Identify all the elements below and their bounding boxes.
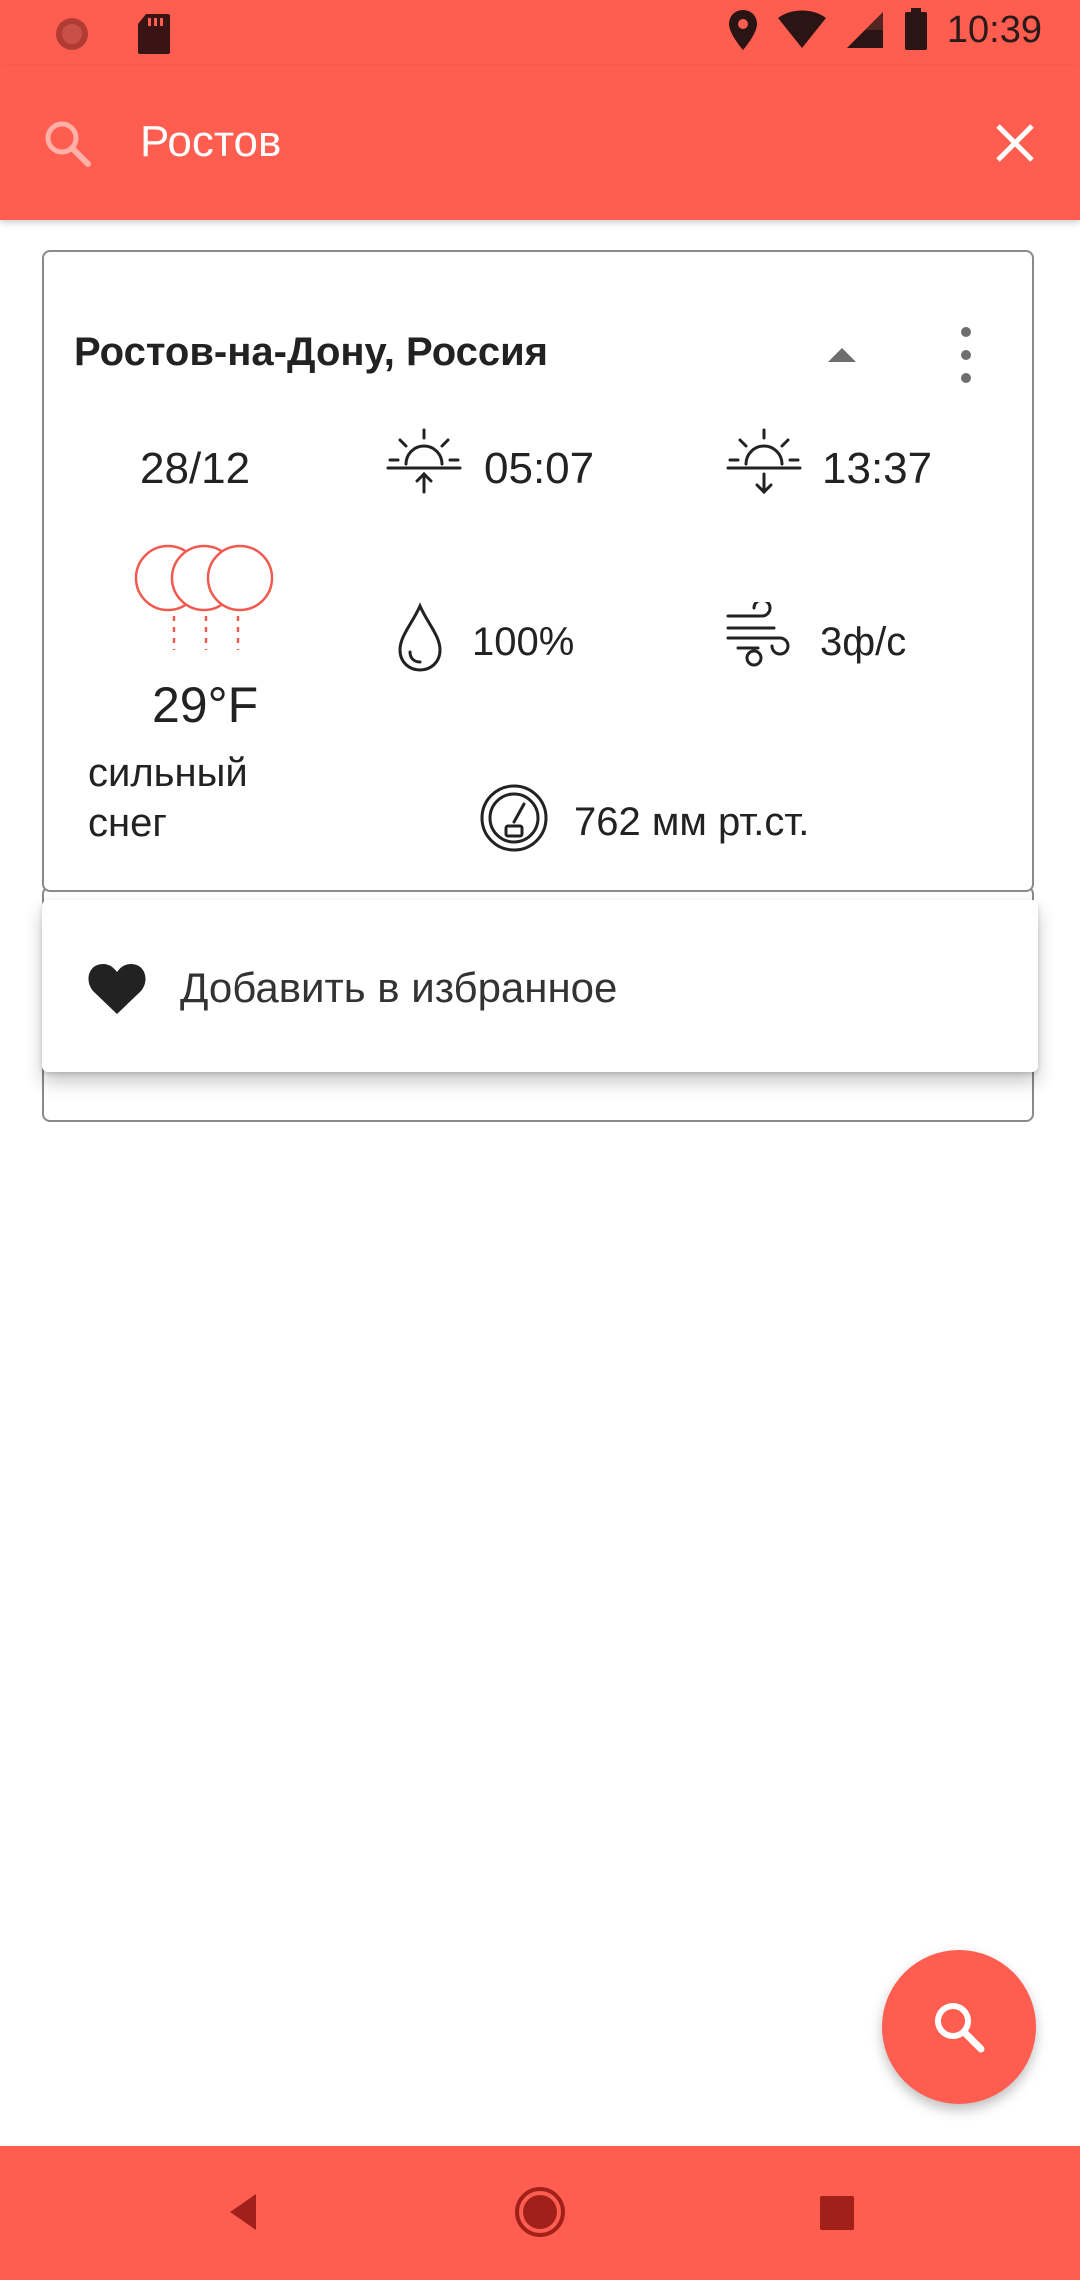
clock: 10:39 bbox=[946, 8, 1042, 51]
sunrise-icon bbox=[386, 428, 462, 494]
heart-icon bbox=[88, 964, 146, 1014]
back-icon[interactable] bbox=[224, 2190, 264, 2234]
pressure-gauge-icon bbox=[480, 784, 548, 852]
search-input[interactable] bbox=[140, 112, 940, 172]
pressure-value: 762 мм рт.ст. bbox=[574, 800, 810, 844]
temperature-value: 29°F bbox=[152, 677, 259, 733]
humidity-icon bbox=[398, 602, 442, 672]
location-icon bbox=[728, 10, 757, 50]
collapse-arrow-icon[interactable] bbox=[812, 334, 872, 374]
status-bar: 10:39 bbox=[0, 0, 1080, 66]
sd-card-icon bbox=[138, 14, 170, 54]
condition-text: сильный снег bbox=[88, 751, 248, 845]
search-icon bbox=[935, 2003, 985, 2053]
navigation-bar bbox=[0, 2146, 1080, 2280]
date-value: 28/12 bbox=[140, 444, 251, 493]
sunrise-value: 05:07 bbox=[484, 444, 595, 493]
menu-item-label: Добавить в избранное bbox=[180, 964, 618, 1011]
more-vert-icon[interactable] bbox=[946, 320, 986, 390]
close-icon[interactable] bbox=[988, 116, 1042, 170]
weather-card[interactable]: Ростов-на-Дону, Россия 28/12 05:07 13:37… bbox=[42, 250, 1034, 892]
battery-icon bbox=[904, 8, 927, 50]
wind-value: 3ф/с bbox=[820, 620, 907, 664]
home-icon[interactable] bbox=[514, 2186, 566, 2238]
city-title: Ростов-на-Дону, Россия bbox=[74, 330, 549, 374]
signal-icon bbox=[846, 12, 883, 48]
sunset-icon bbox=[726, 428, 802, 495]
search-bar bbox=[0, 66, 1080, 220]
search-fab-button[interactable] bbox=[882, 1950, 1036, 2104]
search-icon bbox=[45, 121, 91, 167]
wifi-icon bbox=[777, 10, 826, 48]
recents-icon[interactable] bbox=[818, 2194, 856, 2232]
card-popup-menu: Добавить в избранное bbox=[42, 900, 1038, 1072]
sunset-value: 13:37 bbox=[822, 444, 933, 493]
heavy-snow-icon bbox=[134, 544, 274, 650]
humidity-value: 100% bbox=[472, 620, 575, 664]
app-icon bbox=[56, 18, 88, 50]
wind-icon bbox=[726, 602, 790, 667]
